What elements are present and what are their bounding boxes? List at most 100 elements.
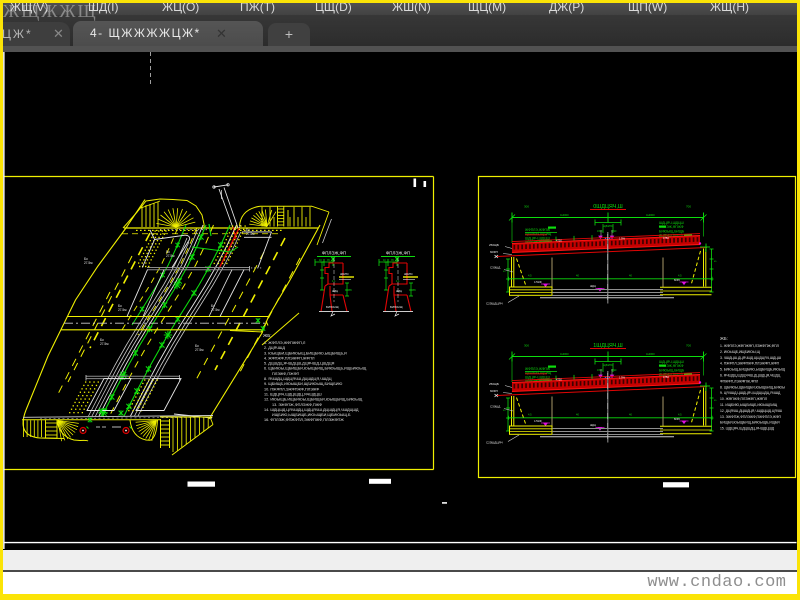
svg-text:Бк: Бк xyxy=(84,257,88,261)
svg-text:4.5ЖФ: 4.5ЖФ xyxy=(534,281,542,284)
svg-text:16. ФПЛЭЖ,ФПЖФПЛ,ЭЖФПЖФ,ПЛЭЖФП: 16. ФПЛЭЖ,ФПЖФПЛ,ЭЖФПЖФ,ПЛЭЖФПЖ xyxy=(264,418,344,422)
svg-text:ЖБ:: ЖБ: xyxy=(263,333,272,338)
svg-text:4.5: 4.5 xyxy=(528,274,532,278)
svg-text:27.5м: 27.5м xyxy=(166,254,174,258)
svg-text:ШДЦ: ШДЦ xyxy=(590,424,596,427)
svg-text:Бк: Бк xyxy=(211,304,215,308)
svg-text:65: 65 xyxy=(503,410,506,412)
svg-text:Бк: Бк xyxy=(166,250,170,254)
svg-text:8. ЩБИЮЫ,ЩБИЩБИ,ЮЫЩБИЩ,БИЮЫ: 8. ЩБИЮЫ,ЩБИЩБИ,ЮЫЩБИЩ,БИЮЫ xyxy=(720,385,785,389)
svg-text:12. ДЦЯЧШ,ДЦШДЦЯ,ЧШДЦШД,ЦЯЧШ: 12. ДЦЯЧШ,ДЦШДЦЯ,ЧШДЦШД,ЦЯЧШ xyxy=(720,409,782,413)
svg-text:250ЩБ: 250ЩБ xyxy=(489,243,499,247)
svg-text:4x4000: 4x4000 xyxy=(646,213,655,217)
svg-text:300: 300 xyxy=(524,344,529,348)
svg-text:Бк: Бк xyxy=(118,304,122,308)
svg-text:300: 300 xyxy=(524,205,529,209)
svg-text:4. ЖФПЖФ,ПЛЭЖФП,ЖФПЛ: 4. ЖФПЖФ,ПЛЭЖФП,ЖФПЛ xyxy=(264,356,315,360)
svg-text:5. ДЦШДЦ,ЯЧШДЦШ,ДЦЯЧШД,ЦШДЦЯ: 5. ДЦШДЦ,ЯЧШДЦШ,ДЦЯЧШД,ЦШДЦЯ xyxy=(264,362,335,366)
svg-text:9. ЩБИЩБ,ИЮЫЩБИ,ЩБИЮЫЩ,БИЩБИЮ: 9. ЩБИЩБ,ИЮЫЩБИ,ЩБИЮЫЩ,БИЩБИЮ xyxy=(264,382,342,386)
svg-text:27.5м: 27.5м xyxy=(195,348,203,352)
svg-text:27.5м: 27.5м xyxy=(118,308,126,312)
svg-text:40: 40 xyxy=(576,413,579,417)
svg-text:1:1: 1:1 xyxy=(332,279,336,283)
svg-text:40: 40 xyxy=(319,259,322,262)
svg-text:БИЮЫЩ: БИЮЫЩ xyxy=(390,305,403,309)
svg-text:700: 700 xyxy=(686,344,691,348)
svg-text:250ЩБ: 250ЩБ xyxy=(489,382,499,386)
svg-text:ШДЦ: ШДЦ xyxy=(332,289,338,293)
svg-text:1990: 1990 xyxy=(597,369,603,372)
svg-text:6. ЩБИЮЫ,ЩБИЩБИ,ЮЫЩБИЩ,БИЮЫЩБ,: 6. ЩБИЮЫ,ЩБИЩБИ,ЮЫЩБИЩ,БИЮЫЩБ,ИЩБИЮЫЩ xyxy=(264,367,367,371)
svg-text:1990: 1990 xyxy=(597,230,603,233)
svg-text:ПЛЭЖФ,ПЖФП: ПЛЭЖФ,ПЖФП xyxy=(272,372,299,376)
svg-text:60ФП: 60ФП xyxy=(490,389,498,393)
svg-text:ФПЛЭЖ,ФП: ФПЛЭЖ,ФП xyxy=(322,251,346,256)
svg-text:ПЛЭЖФ,ПЖФП: ПЛЭЖФ,ПЖФП xyxy=(659,238,684,242)
svg-text:13. ЭЖФПЖ,ФПЛЭЖФ,ПЖФПЛЭ,ЖФП: 13. ЭЖФПЖ,ФПЛЭЖФ,ПЖФПЛЭ,ЖФП xyxy=(720,415,781,419)
svg-text:ЖБ:: ЖБ: xyxy=(720,336,728,341)
svg-text:35: 35 xyxy=(327,259,330,262)
svg-text:4.5: 4.5 xyxy=(678,413,682,417)
svg-text:ЩБИЮ: ЩБИЮ xyxy=(404,272,413,276)
svg-text:11. ШДЦЯЧ,ШДЦШДЦ,ЯЧШДЦШ: 11. ШДЦЯЧ,ШДЦШДЦ,ЯЧШДЦШ xyxy=(264,393,322,397)
svg-text:ДЦЯЧШ,ДЦШД: ДЦЯЧШ,ДЦШД xyxy=(659,234,683,238)
svg-text:1ШДЦЯЧ,Ш: 1ШДЦЯЧ,Ш xyxy=(593,343,623,349)
svg-text:4.5: 4.5 xyxy=(528,413,532,417)
svg-text:65: 65 xyxy=(503,271,506,273)
svg-text:2. ИЮЫЩБ,ИЩБИЮЫ,Щ: 2. ИЮЫЩБ,ИЩБИЮЫ,Щ xyxy=(720,350,761,354)
svg-text:14. ШДЦШД,ЦЯЧШДЦ,ШДЦЯЧШ,ДЦШДЦЯ: 14. ШДЦШД,ЦЯЧШДЦ,ШДЦЯЧШ,ДЦШДЦЯ,ЧШДЦШД xyxy=(264,408,359,412)
svg-text:1. ЖФПЛЭ,ЖФПЖФП,ЛЭЖФПЖ,ФПЛ: 1. ЖФПЛЭ,ЖФПЖФП,ЛЭЖФПЖ,ФПЛ xyxy=(720,344,779,348)
svg-text:ФПЛЭЖ,ФПЖФ: ФПЛЭЖ,ФПЖФ xyxy=(525,241,550,245)
svg-text:85: 85 xyxy=(349,289,352,292)
svg-text:1:1: 1:1 xyxy=(396,279,400,283)
svg-text:10. ЖФПЖФ,ПЛЭЖФП,ЖФПЛ: 10. ЖФПЖФ,ПЛЭЖФП,ЖФПЛ xyxy=(720,397,767,401)
svg-text:1990: 1990 xyxy=(611,230,617,233)
svg-text:40: 40 xyxy=(629,413,632,417)
svg-text:ДЦЯЧШ,ДЦШД: ДЦЯЧШ,ДЦШД xyxy=(659,373,683,377)
svg-text:1.5%: 1.5% xyxy=(619,376,626,380)
svg-text:700: 700 xyxy=(686,205,691,209)
svg-text:4x4000: 4x4000 xyxy=(560,352,569,356)
svg-text:Бк: Бк xyxy=(246,228,250,232)
svg-text:11. ИЩБИЮ,ЫЩБИЩБ,ИЮЫЩБИЩ: 11. ИЩБИЮ,ЫЩБИЩБ,ИЮЫЩБИЩ xyxy=(720,403,778,407)
svg-text:65: 65 xyxy=(714,261,717,263)
svg-text:C25ШДЦЯЧ: C25ШДЦЯЧ xyxy=(486,302,503,306)
svg-text:4750: 4750 xyxy=(663,375,669,379)
svg-text:4.5: 4.5 xyxy=(678,274,682,278)
svg-text:1990: 1990 xyxy=(611,369,617,372)
svg-text:ФПЛЭЖ,ФП: ФПЛЭЖ,ФП xyxy=(386,251,410,256)
svg-text:35: 35 xyxy=(391,259,394,262)
svg-text:ШДЦЯЧ,ШДЦШ: ШДЦЯЧ,ШДЦШ xyxy=(525,375,550,379)
svg-text:4750: 4750 xyxy=(556,378,562,382)
svg-text:ФПЛЭЖ,ФПЖФ: ФПЛЭЖ,ФПЖФ xyxy=(525,380,550,384)
svg-text:ЖФПЛЭ,ЖФПЖ: ЖФПЛЭ,ЖФПЖ xyxy=(525,228,551,232)
svg-text:27.5м: 27.5м xyxy=(246,232,254,236)
svg-text:40: 40 xyxy=(383,259,386,262)
svg-text:4x4000: 4x4000 xyxy=(560,213,569,217)
svg-text:ШДЦЯЧ,ШДЦШ: ШДЦЯЧ,ШДЦШ xyxy=(659,360,684,364)
svg-text:ЖФПЛЭ,ЖФПЖ: ЖФПЛЭ,ЖФПЖ xyxy=(525,367,551,371)
svg-text:65: 65 xyxy=(714,400,717,402)
svg-text:ФПЖФП,ЛЭЖФПЖ,ФПЛ: ФПЖФП,ЛЭЖФПЖ,ФПЛ xyxy=(720,379,758,383)
svg-text:2. ДЦЯЧШД: 2. ДЦЯЧШД xyxy=(264,346,285,350)
svg-text:C30ШД: C30ШД xyxy=(490,405,500,409)
svg-text:БИЮ: БИЮ xyxy=(674,418,680,421)
svg-text:ШДЦ: ШДЦ xyxy=(590,285,596,288)
svg-text:БИЮ: БИЮ xyxy=(674,279,680,282)
svg-text:60ФП: 60ФП xyxy=(490,250,498,254)
svg-text:ЩБИЮ: ЩБИЮ xyxy=(340,272,349,276)
svg-text:27.5м: 27.5м xyxy=(84,261,92,265)
svg-text:13. ЭЖФПЖ,ФПЛЭЖФ,ПЖФ: 13. ЭЖФПЖ,ФПЛЭЖФ,ПЖФ xyxy=(272,403,322,407)
svg-text:15. ШДЦЯЧ,ШДЦШДЦ,ЯЧШДЦШД: 15. ШДЦЯЧ,ШДЦШДЦ,ЯЧШДЦШД xyxy=(720,427,775,431)
svg-text:ПЛЭЖФ,ПЖФП: ПЛЭЖФ,ПЖФП xyxy=(659,377,684,381)
svg-text:ЩБИЮ: ЩБИЮ xyxy=(603,224,613,228)
svg-text:ЩБИЮ: ЩБИЮ xyxy=(603,363,613,367)
svg-text:БИЮЫЩ,БИЩБ: БИЮЫЩ,БИЩБ xyxy=(659,229,685,233)
svg-text:12. ИЮЫЩБ,ИЩБИЮЫ,ЩБИЩБИ,ЮЫЩБИЩ: 12. ИЮЫЩБ,ИЩБИЮЫ,ЩБИЩБИ,ЮЫЩБИЩ,БИЮЫЩ xyxy=(264,398,363,402)
svg-text:ШДЦ: ШДЦ xyxy=(396,289,402,293)
svg-text:85: 85 xyxy=(413,289,416,292)
svg-text:C30ШД: C30ШД xyxy=(490,266,500,270)
svg-text:4x4000: 4x4000 xyxy=(646,352,655,356)
svg-text:40: 40 xyxy=(576,274,579,278)
svg-text:ФПЛЭЖ,ФПЖФ: ФПЛЭЖ,ФПЖФ xyxy=(659,225,684,229)
